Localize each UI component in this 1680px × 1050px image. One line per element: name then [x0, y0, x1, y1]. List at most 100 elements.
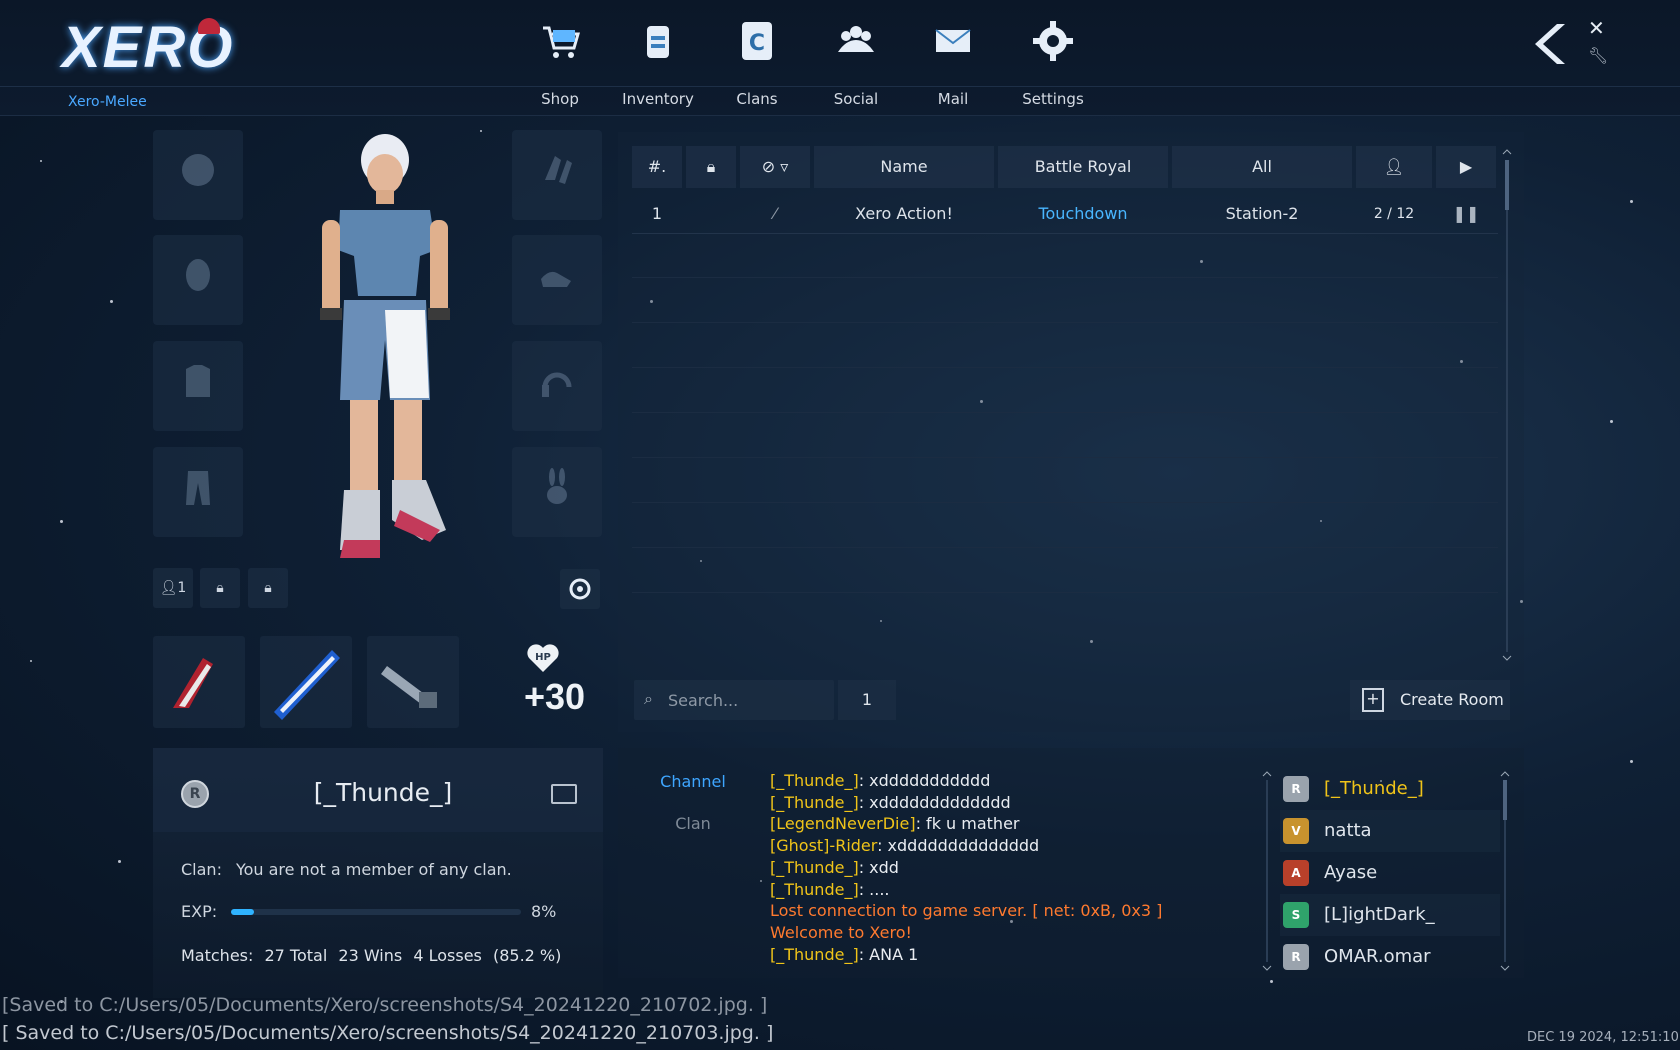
quick-join-play-icon[interactable]: ▶: [1436, 146, 1496, 188]
weapon-slot-primary[interactable]: [260, 636, 352, 728]
room-list-panel: #. 🔒︎ ⊘ ▿ Name Battle Royal All 👤︎ ▶ 1 ⁄…: [618, 132, 1524, 732]
lock-filter-icon[interactable]: 🔒︎: [686, 146, 736, 188]
room-page-number[interactable]: 1: [838, 680, 896, 720]
matches-wins: 23 Wins: [338, 946, 403, 965]
room-status-pause-icon: ❚❚: [1452, 204, 1480, 223]
chat-sender[interactable]: [_Thunde_]: [770, 858, 859, 877]
weapon-slot-secondary[interactable]: [367, 636, 459, 728]
nav-shop[interactable]: Shop: [510, 18, 610, 108]
star: [1630, 760, 1633, 763]
rank-badge-icon: R: [1283, 776, 1309, 802]
gear-icon: [569, 578, 591, 600]
profile-header: R [_Thunde_]: [153, 748, 603, 832]
system-message-text: Welcome to Xero!: [770, 922, 912, 942]
melee-weapon-icon: ⁄: [773, 204, 777, 223]
chat-tab-clan[interactable]: Clan: [628, 814, 758, 833]
user-list-scrollbar[interactable]: [1500, 768, 1510, 974]
preset-slot-2-button[interactable]: 🔒︎: [200, 568, 240, 608]
star: [1270, 980, 1273, 983]
players-header-icon[interactable]: 👤︎: [1356, 146, 1432, 188]
chat-sender[interactable]: [_Thunde_]: [770, 945, 859, 964]
room-name: Xero Action!: [855, 204, 953, 223]
wrench-icon[interactable]: 🔧︎: [1588, 46, 1608, 65]
nav-mail[interactable]: Mail: [903, 18, 1003, 108]
chat-message: Lost connection to game server. [ net: 0…: [770, 900, 1250, 922]
shop-cart-icon: [543, 26, 580, 58]
user-list-item[interactable]: R [_Thunde_]: [1280, 768, 1500, 810]
row-divider: [632, 457, 1498, 458]
row-divider: [632, 412, 1498, 413]
row-divider: [632, 322, 1498, 323]
map-filter-dropdown[interactable]: All: [1172, 146, 1352, 188]
nav-label: Mail: [937, 90, 969, 108]
matches-total: 27 Total: [264, 946, 328, 965]
screenshot-saved-message: [Saved to C:/Users/05/Documents/Xero/scr…: [2, 994, 768, 1016]
room-search-input[interactable]: [668, 680, 828, 720]
equip-slot-gloves[interactable]: [512, 130, 602, 220]
nav-social[interactable]: Social: [806, 18, 906, 108]
chat-sender[interactable]: [_Thunde_]: [770, 880, 859, 899]
shirt-icon: [186, 365, 210, 397]
user-name: natta: [1324, 820, 1372, 841]
room-list-scrollbar[interactable]: [1502, 146, 1512, 666]
user-list-item[interactable]: A Ayase: [1280, 852, 1500, 894]
close-icon[interactable]: ✕: [1588, 16, 1605, 40]
inventory-icon: [647, 26, 669, 58]
header-number[interactable]: #.: [632, 146, 682, 188]
chat-message: [_Thunde_]: ....: [770, 879, 1250, 901]
chat-message: Welcome to Xero!: [770, 922, 1250, 944]
chat-scrollbar[interactable]: [1262, 768, 1272, 974]
chat-text: : xdddddddddddddd: [877, 836, 1040, 856]
chat-sender[interactable]: [LegendNeverDie]: [770, 814, 916, 833]
preset-slot-3-button[interactable]: 🔒︎: [248, 568, 288, 608]
user-list-item[interactable]: R OMAR.omar: [1280, 936, 1500, 978]
nav-inventory[interactable]: Inventory: [608, 18, 708, 108]
locked-person-icon: 🔒︎: [216, 580, 224, 596]
blue-gun-icon: [274, 650, 340, 720]
row-divider: [632, 592, 1498, 593]
block-filter-icon[interactable]: ⊘ ▿: [740, 146, 810, 188]
mode-filter-dropdown[interactable]: Battle Royal: [998, 146, 1168, 188]
nav-settings[interactable]: Settings: [1003, 18, 1103, 108]
chat-sender[interactable]: [Ghost]-Rider: [770, 836, 877, 855]
chat-tab-channel[interactable]: Channel: [628, 772, 758, 791]
user-name: OMAR.omar: [1324, 946, 1431, 967]
create-room-button[interactable]: + Create Room: [1350, 680, 1510, 720]
exp-progress-fill: [231, 909, 255, 915]
xero-logo: XERO: [62, 14, 232, 80]
locked-person-icon: 🔒︎: [264, 580, 272, 596]
equip-slot-top[interactable]: [153, 341, 243, 431]
hp-bonus-value: +30: [524, 676, 586, 717]
equip-slot-face[interactable]: [153, 235, 243, 325]
chat-text: : ....: [858, 879, 890, 899]
header-name[interactable]: Name: [814, 146, 994, 188]
shoes-icon: [541, 271, 571, 287]
nav-clans[interactable]: C Clans: [707, 18, 807, 108]
chat-text: : xdd: [858, 857, 899, 877]
nav-label: Social: [833, 90, 879, 108]
scrollbar-track: [1262, 771, 1272, 971]
matches-losses: 4 Losses: [413, 946, 482, 965]
equip-slot-hair[interactable]: [153, 130, 243, 220]
character-settings-button[interactable]: [560, 569, 600, 609]
equip-slot-pet[interactable]: [512, 447, 602, 537]
chat-sender[interactable]: [_Thunde_]: [770, 771, 859, 790]
user-list-item[interactable]: Vnatta: [1280, 810, 1500, 852]
nav-label: Clans: [736, 90, 778, 108]
chat-sender[interactable]: [_Thunde_]: [770, 793, 859, 812]
user-list-item[interactable]: S [L]ightDark_: [1280, 894, 1500, 936]
clan-row: Clan: You are not a member of any clan.: [181, 860, 526, 879]
room-row[interactable]: 1 ⁄ Xero Action! Touchdown Station-2 2 /…: [632, 194, 1498, 234]
equip-slot-shoes[interactable]: [512, 235, 602, 325]
preset-slot-1-button[interactable]: 👤︎1: [153, 568, 193, 608]
user-name: Ayase: [1324, 862, 1378, 883]
back-arrow-icon[interactable]: [1527, 20, 1571, 68]
exp-progress-bar: [231, 909, 521, 915]
weapon-slot-melee[interactable]: [153, 636, 245, 728]
exp-label: EXP:: [181, 902, 218, 921]
matches-label: Matches:: [181, 946, 254, 965]
equip-slot-pants[interactable]: [153, 447, 243, 537]
profile-card-icon[interactable]: [551, 784, 577, 804]
person-icon: 👤︎: [159, 580, 178, 596]
equip-slot-headgear[interactable]: [512, 341, 602, 431]
